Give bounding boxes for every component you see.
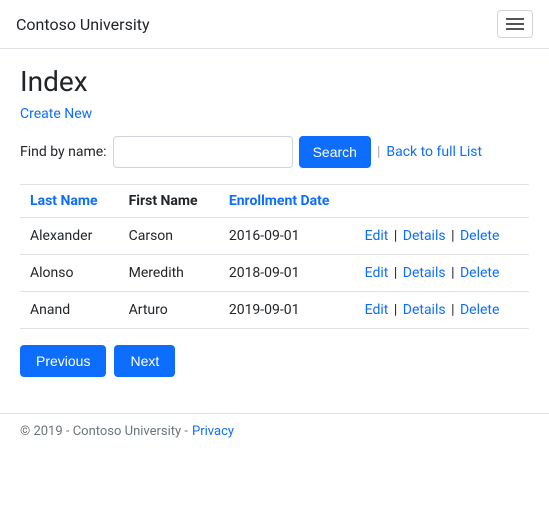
cell-first-name: Arturo	[119, 292, 219, 329]
action-separator: |	[448, 265, 458, 281]
create-new-link[interactable]: Create New	[20, 106, 92, 122]
action-delete-link[interactable]: Delete	[460, 228, 499, 244]
action-separator: |	[390, 302, 400, 318]
col-header-first-name: First Name	[119, 185, 219, 218]
cell-last-name: Alonso	[20, 255, 119, 292]
search-input[interactable]	[113, 136, 293, 168]
action-edit-link[interactable]: Edit	[365, 302, 389, 318]
footer: © 2019 - Contoso University - Privacy	[0, 413, 549, 449]
action-details-link[interactable]: Details	[403, 302, 446, 318]
action-edit-link[interactable]: Edit	[365, 265, 389, 281]
toggler-bar	[506, 18, 524, 20]
action-details-link[interactable]: Details	[403, 265, 446, 281]
action-separator: |	[448, 228, 458, 244]
col-header-actions	[355, 185, 529, 218]
main-content: Index Create New Find by name: Search | …	[0, 49, 549, 413]
toggler-bar	[506, 23, 524, 25]
cell-enrollment-date: 2018-09-01	[219, 255, 355, 292]
col-header-enrollment-date[interactable]: Enrollment Date	[219, 185, 355, 218]
action-separator: |	[390, 228, 400, 244]
cell-actions: Edit | Details | Delete	[355, 292, 529, 329]
back-to-full-list-link[interactable]: Back to full List	[386, 144, 482, 160]
search-label: Find by name:	[20, 144, 107, 160]
cell-last-name: Anand	[20, 292, 119, 329]
previous-button[interactable]: Previous	[20, 345, 106, 377]
cell-actions: Edit | Details | Delete	[355, 255, 529, 292]
action-delete-link[interactable]: Delete	[460, 302, 499, 318]
cell-actions: Edit | Details | Delete	[355, 218, 529, 255]
page-title: Index	[20, 65, 529, 98]
table-row: AnandArturo2019-09-01Edit | Details | De…	[20, 292, 529, 329]
cell-first-name: Carson	[119, 218, 219, 255]
action-separator: |	[390, 265, 400, 281]
search-button[interactable]: Search	[299, 136, 371, 168]
cell-enrollment-date: 2019-09-01	[219, 292, 355, 329]
action-details-link[interactable]: Details	[403, 228, 446, 244]
toggler-bar	[506, 28, 524, 30]
action-edit-link[interactable]: Edit	[365, 228, 389, 244]
action-delete-link[interactable]: Delete	[460, 265, 499, 281]
action-separator: |	[448, 302, 458, 318]
pagination-bar: Previous Next	[20, 345, 529, 377]
footer-copyright: © 2019 - Contoso University -	[20, 424, 188, 439]
table-header-row: Last Name First Name Enrollment Date	[20, 185, 529, 218]
pipe-separator: |	[377, 144, 380, 160]
next-button[interactable]: Next	[114, 345, 175, 377]
cell-enrollment-date: 2016-09-01	[219, 218, 355, 255]
student-table: Last Name First Name Enrollment Date Ale…	[20, 184, 529, 329]
cell-last-name: Alexander	[20, 218, 119, 255]
col-header-last-name[interactable]: Last Name	[20, 185, 119, 218]
navbar-toggler-button[interactable]	[497, 10, 533, 38]
search-bar: Find by name: Search | Back to full List	[20, 136, 529, 168]
cell-first-name: Meredith	[119, 255, 219, 292]
footer-privacy-link[interactable]: Privacy	[192, 424, 234, 439]
table-row: AlonsoMeredith2018-09-01Edit | Details |…	[20, 255, 529, 292]
table-row: AlexanderCarson2016-09-01Edit | Details …	[20, 218, 529, 255]
navbar: Contoso University	[0, 0, 549, 49]
navbar-brand: Contoso University	[16, 15, 150, 34]
